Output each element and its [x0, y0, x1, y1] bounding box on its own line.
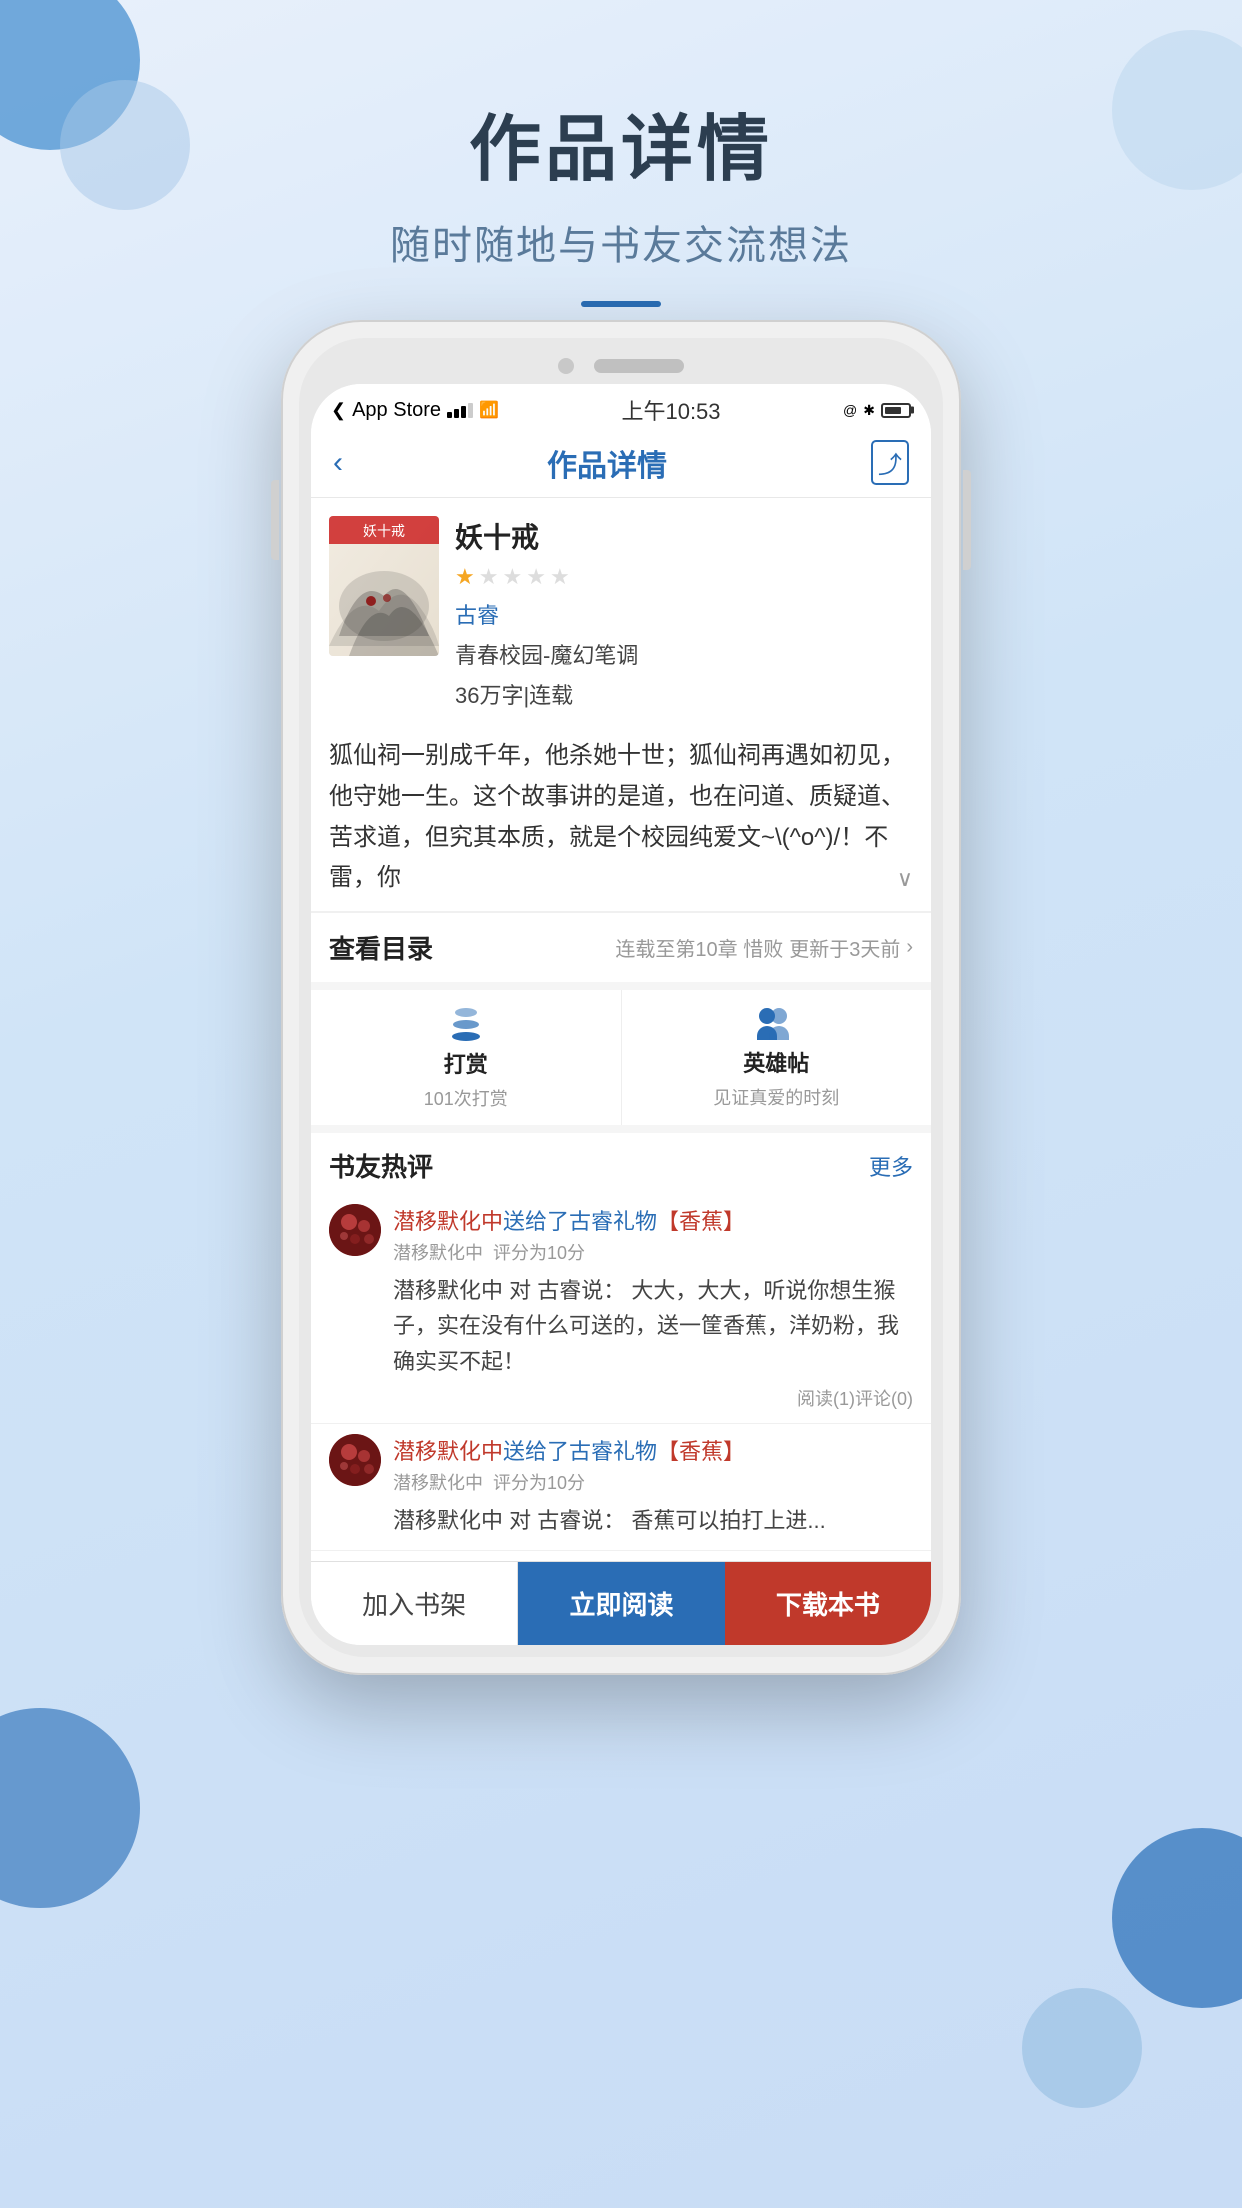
- status-left: ❮ App Store 📶: [331, 399, 499, 422]
- page-background: 作品详情 随时随地与书友交流想法 ❮: [0, 0, 1242, 2208]
- book-description-text: 狐仙祠一别成千年，他杀她十世；狐仙祠再遇如初见，他守她一生。这个故事讲的是道，也…: [329, 742, 905, 891]
- signal-bars: [447, 403, 473, 418]
- page-header: 作品详情 随时随地与书友交流想法: [0, 0, 1242, 307]
- review-avatar-2: [329, 1434, 381, 1486]
- hero-post-label: 英雄帖: [743, 1046, 809, 1078]
- phone-camera: [558, 358, 574, 374]
- toc-label: 查看目录: [329, 929, 433, 966]
- signal-bar-3: [461, 406, 466, 418]
- download-button[interactable]: 下载本书: [725, 1562, 931, 1645]
- hero-post-icon: [757, 1008, 795, 1040]
- tip-action[interactable]: 打赏 101次打赏: [311, 990, 622, 1125]
- reviews-more-button[interactable]: 更多: [869, 1150, 913, 1182]
- phone-volume-button: [271, 480, 279, 560]
- toc-chevron-icon: ›: [906, 936, 913, 959]
- reviews-header: 书友热评 更多: [311, 1133, 931, 1194]
- nav-title: 作品详情: [547, 441, 667, 485]
- book-meta: 36万字|连载: [455, 678, 913, 710]
- review-body-2: 潜移默化中 对 古睿说： 香蕉可以拍打上进...: [329, 1503, 913, 1538]
- toc-info: 连载至第10章 惜败 更新于3天前 ›: [615, 933, 913, 962]
- review-title-1[interactable]: 潜移默化中送给了古睿礼物【香蕉】: [393, 1204, 913, 1236]
- book-title: 妖十戒: [455, 516, 913, 556]
- review-avatar-1: [329, 1204, 381, 1256]
- phone-outer: ❮ App Store 📶 上午10:53: [281, 320, 961, 1675]
- review-top-2: 潜移默化中送给了古睿礼物【香蕉】 潜移默化中 评分为10分: [329, 1434, 913, 1495]
- status-time: 上午10:53: [621, 394, 720, 426]
- page-divider: [581, 301, 661, 307]
- book-cover-image: 妖十戒: [329, 516, 439, 656]
- bg-circle-6: [1022, 1988, 1142, 2108]
- star-1: ★: [455, 564, 475, 590]
- carrier-name: App Store: [352, 399, 441, 422]
- avatar-image-1: [329, 1204, 381, 1256]
- bg-circle-5: [1112, 1828, 1242, 2008]
- nav-back-button[interactable]: ‹: [333, 446, 343, 480]
- back-arrow-status: ❮: [331, 400, 346, 421]
- battery-tip: [911, 407, 914, 414]
- phone-screen: ❮ App Store 📶 上午10:53: [311, 384, 931, 1645]
- review-item-2: 潜移默化中送给了古睿礼物【香蕉】 潜移默化中 评分为10分 潜移默化中 对 古睿…: [311, 1424, 931, 1551]
- status-bar: ❮ App Store 📶 上午10:53: [311, 384, 931, 432]
- bluetooth-icon: ✱: [863, 402, 875, 419]
- star-5: ★: [550, 564, 570, 590]
- star-2: ★: [479, 564, 499, 590]
- signal-bar-4: [468, 403, 473, 418]
- review-meta-2: 潜移默化中送给了古睿礼物【香蕉】 潜移默化中 评分为10分: [393, 1434, 913, 1495]
- battery-fill: [885, 407, 902, 414]
- review-item-1: 潜移默化中送给了古睿礼物【香蕉】 潜移默化中 评分为10分 潜移默化中 对 古睿…: [311, 1194, 931, 1424]
- bg-circle-4: [0, 1708, 140, 1908]
- wifi-icon: 📶: [479, 400, 499, 420]
- toc-row[interactable]: 查看目录 连载至第10章 惜败 更新于3天前 ›: [311, 912, 931, 990]
- nav-share-button[interactable]: ⤴: [871, 440, 909, 485]
- lock-icon: @: [843, 402, 857, 418]
- phone-top-bar: [311, 350, 931, 384]
- book-genre: 青春校园-魔幻笔调: [455, 638, 913, 670]
- tip-label: 打赏: [444, 1047, 488, 1079]
- phone-speaker: [594, 359, 684, 373]
- review-body-1: 潜移默化中 对 古睿说： 大大，大大，听说你想生猴子，实在没有什么可送的，送一筐…: [329, 1273, 913, 1379]
- update-info: 更新于3天前: [789, 933, 900, 962]
- book-author[interactable]: 古睿: [455, 598, 913, 630]
- review-title-2[interactable]: 潜移默化中送给了古睿礼物【香蕉】: [393, 1434, 913, 1466]
- book-description: 狐仙祠一别成千年，他杀她十世；狐仙祠再遇如初见，他守她一生。这个故事讲的是道，也…: [311, 724, 931, 912]
- hero-post-action[interactable]: 英雄帖 见证真爱的时刻: [622, 990, 932, 1125]
- battery-icon: [881, 403, 911, 418]
- actions-row: 打赏 101次打赏 英雄帖 见证真爱的时刻: [311, 990, 931, 1133]
- review-footer-1: 阅读(1)评论(0): [329, 1385, 913, 1411]
- desc-expand-icon[interactable]: ∨: [897, 860, 913, 897]
- phone-inner: ❮ App Store 📶 上午10:53: [299, 338, 943, 1657]
- bottom-buttons: 加入书架 立即阅读 下载本书: [311, 1561, 931, 1645]
- star-3: ★: [502, 564, 522, 590]
- read-now-button[interactable]: 立即阅读: [518, 1562, 724, 1645]
- tip-count: 101次打赏: [424, 1085, 508, 1111]
- tip-icon: [452, 1008, 480, 1041]
- book-cover: 妖十戒: [329, 516, 439, 656]
- page-subtitle: 随时随地与书友交流想法: [0, 213, 1242, 271]
- review-user-info-2: 潜移默化中 评分为10分: [393, 1469, 913, 1495]
- book-details: 妖十戒 ★ ★ ★ ★ ★ 古睿 青春校园-魔幻笔调 36万字|连载: [455, 516, 913, 710]
- phone-mockup: ❮ App Store 📶 上午10:53: [281, 320, 961, 1675]
- star-rating: ★ ★ ★ ★ ★: [455, 564, 913, 590]
- hero-post-sub: 见证真爱的时刻: [713, 1084, 839, 1110]
- star-4: ★: [526, 564, 546, 590]
- reviews-section: 书友热评 更多: [311, 1133, 931, 1561]
- signal-bar-2: [454, 409, 459, 418]
- review-top-1: 潜移默化中送给了古睿礼物【香蕉】 潜移默化中 评分为10分: [329, 1204, 913, 1265]
- add-to-shelf-button[interactable]: 加入书架: [311, 1562, 518, 1645]
- signal-bar-1: [447, 412, 452, 418]
- page-title: 作品详情: [0, 90, 1242, 195]
- nav-bar: ‹ 作品详情 ⤴: [311, 432, 931, 498]
- svg-text:妖十戒: 妖十戒: [363, 524, 405, 540]
- review-user-info-1: 潜移默化中 评分为10分: [393, 1239, 913, 1265]
- review-meta-1: 潜移默化中送给了古睿礼物【香蕉】 潜移默化中 评分为10分: [393, 1204, 913, 1265]
- phone-power-button: [963, 470, 971, 570]
- reviews-title: 书友热评: [329, 1147, 433, 1184]
- chapter-info: 连载至第10章 惜败: [615, 933, 783, 962]
- status-right: @ ✱: [843, 402, 911, 419]
- book-info-section: 妖十戒 妖十戒 ★ ★ ★ ★ ★ 古睿: [311, 498, 931, 724]
- avatar-image-2: [329, 1434, 381, 1486]
